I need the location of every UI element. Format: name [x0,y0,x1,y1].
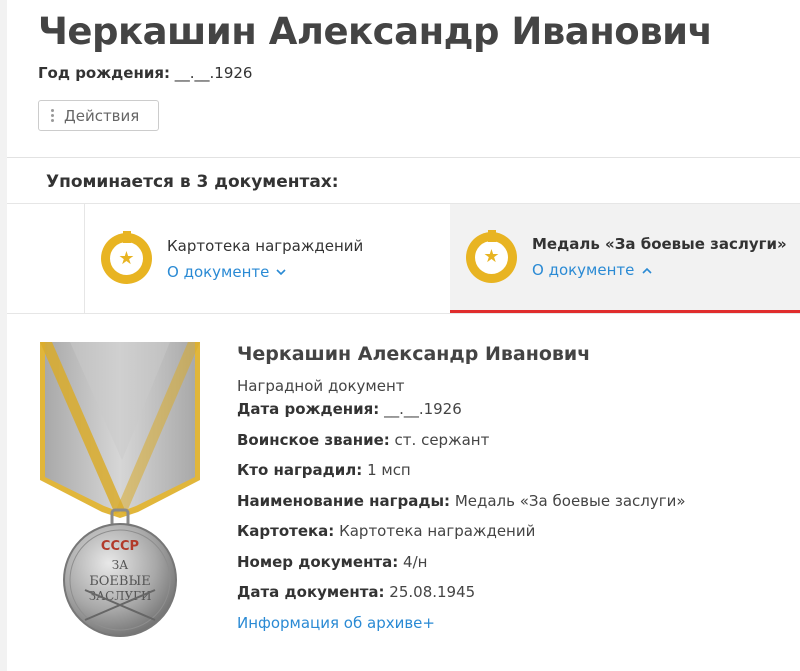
about-document-link[interactable]: О документе [167,263,363,281]
field-awarded-by: Кто наградил: 1 мсп [237,461,411,479]
svg-text:СССР: СССР [101,539,139,554]
field-award-name: Наименование награды: Медаль «За боевые … [237,491,686,510]
document-details: Черкашин Александр Иванович Наградной до… [237,343,686,632]
tab-title: Медаль «За боевые заслуги» [532,235,787,253]
field-rank: Воинское звание: ст. сержант [237,430,490,449]
page-title: Черкашин Александр Иванович [38,10,713,53]
field-card-index: Картотека: Картотека награждений [237,522,536,540]
more-vertical-icon [51,109,54,122]
divider [7,157,800,158]
birth-label: Год рождения: [38,64,170,82]
chevron-up-icon [642,267,652,274]
actions-label: Действия [64,106,140,125]
document-tab-card-index[interactable]: ★ Картотека награждений О документе [84,204,450,313]
award-badge-icon: ★ [101,231,152,284]
tab-title: Картотека награждений [167,236,364,255]
award-badge-icon: ★ [466,229,517,283]
document-tab-medal[interactable]: ★ Медаль «За боевые заслуги» О документе [450,204,800,313]
field-document-date: Дата документа: 25.08.1945 [237,583,476,601]
birth-year: Год рождения: __.__.1926 [38,64,252,82]
birth-value: __.__.1926 [174,64,253,82]
document-person-name: Черкашин Александр Иванович [237,343,591,365]
svg-text:БОЕВЫЕ: БОЕВЫЕ [89,574,151,589]
left-edge-strip [0,0,7,671]
field-birth-date: Дата рождения: __.__.1926 [237,400,462,418]
chevron-down-icon [276,268,286,275]
field-document-number: Номер документа: 4/н [237,552,428,571]
divider [7,313,800,314]
document-type: Наградной документ [237,377,405,395]
about-document-link[interactable]: О документе [532,261,787,279]
medal-image: СССР ЗА БОЕВЫЕ ЗАСЛУГИ [30,340,210,640]
mentions-heading: Упоминается в 3 документах: [46,172,339,192]
svg-text:ЗА: ЗА [112,558,129,572]
archive-info-link[interactable]: Информация об архиве+ [237,614,686,632]
actions-button[interactable]: Действия [38,100,159,131]
